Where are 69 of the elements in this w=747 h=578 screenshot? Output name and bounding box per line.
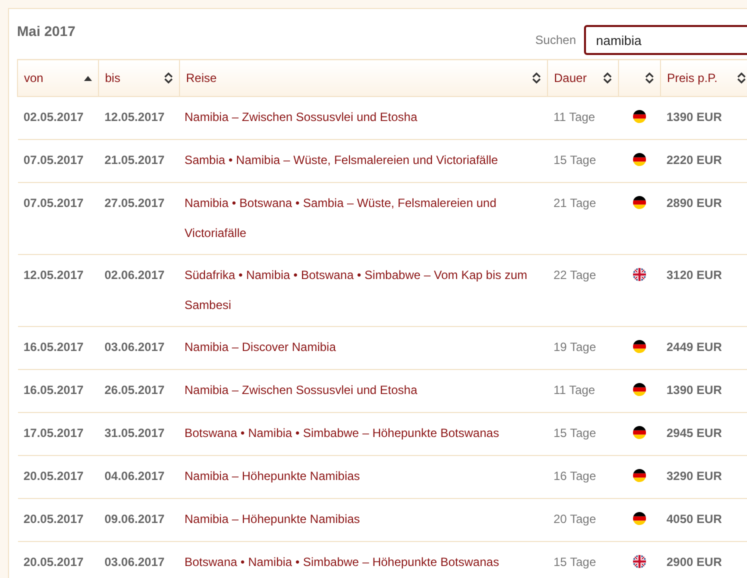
trip-link[interactable]: Namibia – Zwischen Sossusvlei und Etosha <box>180 96 548 140</box>
table-cell: 22 Tage <box>548 254 618 326</box>
column-header[interactable]: von <box>18 60 98 96</box>
table-cell: 20 Tage <box>548 498 618 542</box>
table-cell: 2945 EUR <box>660 412 747 456</box>
table-cell: 21.05.2017 <box>98 140 180 182</box>
table-cell: 16.05.2017 <box>18 326 98 370</box>
column-header[interactable]: Dauer <box>548 60 618 96</box>
flag-icon <box>633 196 646 209</box>
table-cell: 03.06.2017 <box>98 326 180 370</box>
flag-icon <box>633 512 646 525</box>
table-cell: 15 Tage <box>548 542 618 578</box>
flag-icon <box>633 383 646 396</box>
table-cell: 2220 EUR <box>660 140 747 182</box>
table-cell: 11 Tage <box>548 96 618 140</box>
column-header[interactable] <box>618 60 660 96</box>
trip-link[interactable]: Namibia – Discover Namibia <box>180 326 548 370</box>
flag-icon <box>633 268 646 281</box>
table-cell: 12.05.2017 <box>98 96 180 140</box>
flag-icon <box>633 426 646 439</box>
table-cell: 31.05.2017 <box>98 412 180 456</box>
trip-link[interactable]: Botswana • Namibia • Simbabwe – Höhepunkte Botswanas <box>180 542 548 578</box>
table-cell: 09.06.2017 <box>98 498 180 542</box>
table-cell: 07.05.2017 <box>18 182 98 254</box>
table-cell: 1390 EUR <box>660 96 747 140</box>
column-header[interactable]: bis <box>98 60 180 96</box>
table-cell: 20.05.2017 <box>18 498 98 542</box>
table-cell: 20.05.2017 <box>18 542 98 578</box>
table-cell: 3120 EUR <box>660 254 747 326</box>
table-cell: 07.05.2017 <box>18 140 98 182</box>
table-cell: 03.06.2017 <box>98 542 180 578</box>
month-heading: Mai 2017 <box>17 23 76 39</box>
table-cell: 02.05.2017 <box>18 96 98 140</box>
trip-link[interactable]: Namibia – Höhepunkte Namibias <box>180 456 548 498</box>
table-cell: 27.05.2017 <box>98 182 180 254</box>
table-cell: 2449 EUR <box>660 326 747 370</box>
table-cell: 15 Tage <box>548 140 618 182</box>
column-header[interactable]: Reise <box>180 60 548 96</box>
table-cell: 11 Tage <box>548 370 618 412</box>
flag-icon <box>633 110 646 123</box>
table-cell: 3290 EUR <box>660 456 747 498</box>
trip-link[interactable]: Sambia • Namibia – Wüste, Felsmalereien und Victoriafälle <box>180 140 548 182</box>
trip-link[interactable]: Namibia – Zwischen Sossusvlei und Etosha <box>180 370 548 412</box>
table-cell: 12.05.2017 <box>18 254 98 326</box>
trip-link[interactable]: Botswana • Namibia • Simbabwe – Höhepunkte Botswanas <box>180 412 548 456</box>
table-cell: 4050 EUR <box>660 498 747 542</box>
table-cell: 26.05.2017 <box>98 370 180 412</box>
flag-icon <box>633 469 646 482</box>
flag-icon <box>633 555 646 568</box>
table-cell: 1390 EUR <box>660 370 747 412</box>
table-cell: 2900 EUR <box>660 542 747 578</box>
column-header[interactable]: Preis p.P. <box>660 60 747 96</box>
table-cell: 16 Tage <box>548 456 618 498</box>
flag-icon <box>633 153 646 166</box>
table-cell: 15 Tage <box>548 412 618 456</box>
search-label: Suchen <box>535 33 576 47</box>
table-cell: 17.05.2017 <box>18 412 98 456</box>
search-field[interactable]: namibia <box>584 25 747 55</box>
trip-link[interactable]: Namibia • Botswana • Sambia – Wüste, Felsmalereien und Victoriafälle <box>180 182 548 254</box>
table-cell: 16.05.2017 <box>18 370 98 412</box>
table-cell: 19 Tage <box>548 326 618 370</box>
trip-link[interactable]: Namibia – Höhepunkte Namibias <box>180 498 548 542</box>
flag-icon <box>633 340 646 353</box>
table-cell: 02.06.2017 <box>98 254 180 326</box>
table-cell: 21 Tage <box>548 182 618 254</box>
table-cell: 04.06.2017 <box>98 456 180 498</box>
table-cell: 2890 EUR <box>660 182 747 254</box>
trip-link[interactable]: Südafrika • Namibia • Botswana • Simbabwe – Vom Kap bis zum Sambesi <box>180 254 548 326</box>
table-cell: 20.05.2017 <box>18 456 98 498</box>
